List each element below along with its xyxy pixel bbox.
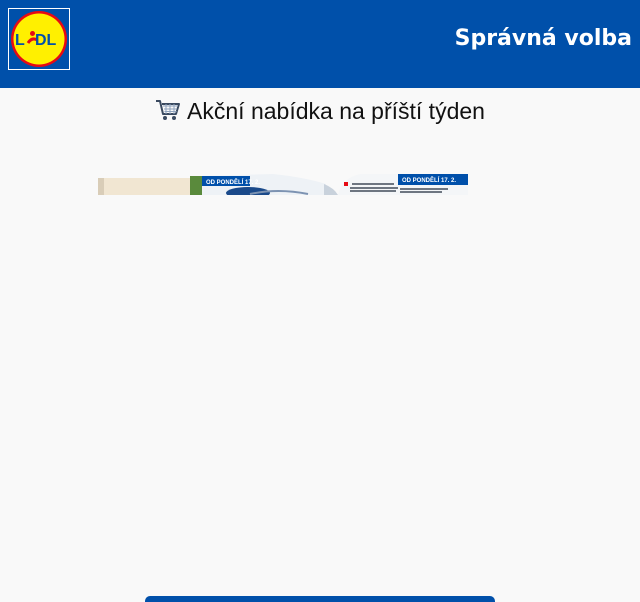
lidl-logo[interactable]: L DL bbox=[8, 8, 70, 70]
offer-heading-text: Akční nabídka na příští týden bbox=[187, 98, 485, 124]
shopping-cart-icon bbox=[155, 98, 181, 129]
flyer-preview-image[interactable]: OD PONDĚLÍ 17. 2. OD PONDĚLÍ 17. 2. bbox=[98, 168, 470, 195]
offer-heading: Akční nabídka na příští týden bbox=[0, 96, 640, 129]
svg-text:L: L bbox=[15, 32, 25, 49]
flyer-right-label: OD PONDĚLÍ 17. 2. bbox=[402, 176, 456, 184]
flyer-open-button[interactable] bbox=[145, 596, 495, 602]
svg-text:DL: DL bbox=[35, 32, 57, 49]
top-bar: L DL Správná volba bbox=[0, 0, 640, 88]
header-slogan: Správná volba bbox=[454, 26, 632, 51]
lidl-logo-icon: L DL bbox=[9, 9, 69, 69]
flyer-left-label: OD PONDĚLÍ 17. 2. bbox=[206, 178, 260, 186]
